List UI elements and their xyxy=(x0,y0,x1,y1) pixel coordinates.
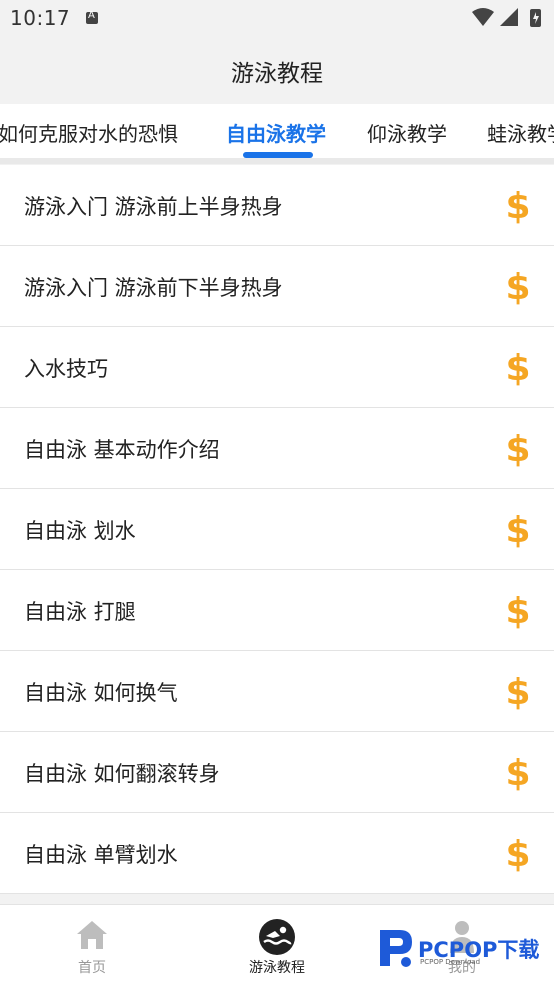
notification-a-icon xyxy=(86,10,98,24)
dollar-icon: $ xyxy=(506,186,530,225)
tabs-divider xyxy=(0,158,554,164)
dollar-icon: $ xyxy=(506,834,530,873)
svg-text:$: $ xyxy=(506,753,530,792)
list-item-title: 游泳入门 游泳前下半身热身 xyxy=(24,276,283,300)
status-time: 10:17 xyxy=(10,6,71,30)
nav-tutorial[interactable]: 游泳教程 xyxy=(185,905,369,985)
list-item-title: 入水技巧 xyxy=(24,357,108,381)
home-icon xyxy=(77,921,107,949)
svg-text:$: $ xyxy=(506,186,530,225)
list-item-title: 自由泳 单臂划水 xyxy=(24,843,178,867)
dollar-icon: $ xyxy=(506,510,530,549)
lesson-list: 游泳入门 游泳前上半身热身 $ 游泳入门 游泳前下半身热身 $ 入水技巧 $ 自… xyxy=(0,165,554,894)
list-item-title: 自由泳 基本动作介绍 xyxy=(24,438,220,462)
dollar-icon: $ xyxy=(506,753,530,792)
dollar-icon: $ xyxy=(506,429,530,468)
list-item-title: 自由泳 打腿 xyxy=(24,600,136,624)
list-item[interactable]: 自由泳 如何换气 $ xyxy=(0,651,554,732)
list-item-title: 自由泳 如何翻滚转身 xyxy=(24,762,220,786)
list-item-title: 自由泳 如何换气 xyxy=(24,681,178,705)
nav-home-label: 首页 xyxy=(78,960,106,976)
signal-icon xyxy=(500,8,518,26)
list-item[interactable]: 游泳入门 游泳前上半身热身 $ xyxy=(0,165,554,246)
list-item-title: 游泳入门 游泳前上半身热身 xyxy=(24,195,283,219)
dollar-icon: $ xyxy=(506,267,530,306)
tab-breaststroke[interactable]: 蛙泳教学 xyxy=(487,118,554,147)
list-item[interactable]: 入水技巧 $ xyxy=(0,327,554,408)
swimmer-icon xyxy=(259,919,295,955)
title-bar: 游泳教程 xyxy=(0,36,554,104)
dollar-icon: $ xyxy=(506,672,530,711)
pcpop-logo-icon xyxy=(380,930,412,967)
list-item[interactable]: 自由泳 打腿 $ xyxy=(0,570,554,651)
svg-text:$: $ xyxy=(506,834,530,873)
svg-text:$: $ xyxy=(506,510,530,549)
svg-text:$: $ xyxy=(506,348,530,387)
wifi-icon xyxy=(472,8,494,26)
svg-text:$: $ xyxy=(506,672,530,711)
list-item-title: 自由泳 划水 xyxy=(24,519,136,543)
tab-backstroke[interactable]: 仰泳教学 xyxy=(367,118,447,147)
pcpop-watermark: PCPOP下载 PCPOP Download xyxy=(376,926,548,970)
status-icons xyxy=(472,8,544,28)
svg-text:$: $ xyxy=(506,267,530,306)
category-tabs: 如何克服对水的恐惧 自由泳教学 仰泳教学 蛙泳教学 xyxy=(0,104,554,160)
list-item[interactable]: 自由泳 划水 $ xyxy=(0,489,554,570)
page-title: 游泳教程 xyxy=(231,61,323,87)
list-item[interactable]: 自由泳 基本动作介绍 $ xyxy=(0,408,554,489)
list-item[interactable]: 自由泳 如何翻滚转身 $ xyxy=(0,732,554,813)
list-item[interactable]: 游泳入门 游泳前下半身热身 $ xyxy=(0,246,554,327)
dollar-icon: $ xyxy=(506,591,530,630)
svg-text:$: $ xyxy=(506,429,530,468)
status-bar: 10:17 xyxy=(0,0,554,36)
nav-home[interactable]: 首页 xyxy=(0,905,184,985)
tab-fear-of-water[interactable]: 如何克服对水的恐惧 xyxy=(0,118,178,147)
dollar-icon: $ xyxy=(506,348,530,387)
list-item[interactable]: 自由泳 单臂划水 $ xyxy=(0,813,554,894)
nav-tutorial-label: 游泳教程 xyxy=(249,960,305,976)
svg-text:$: $ xyxy=(506,591,530,630)
watermark-subtext: PCPOP Download xyxy=(420,958,481,966)
tab-freestyle[interactable]: 自由泳教学 xyxy=(226,118,326,147)
